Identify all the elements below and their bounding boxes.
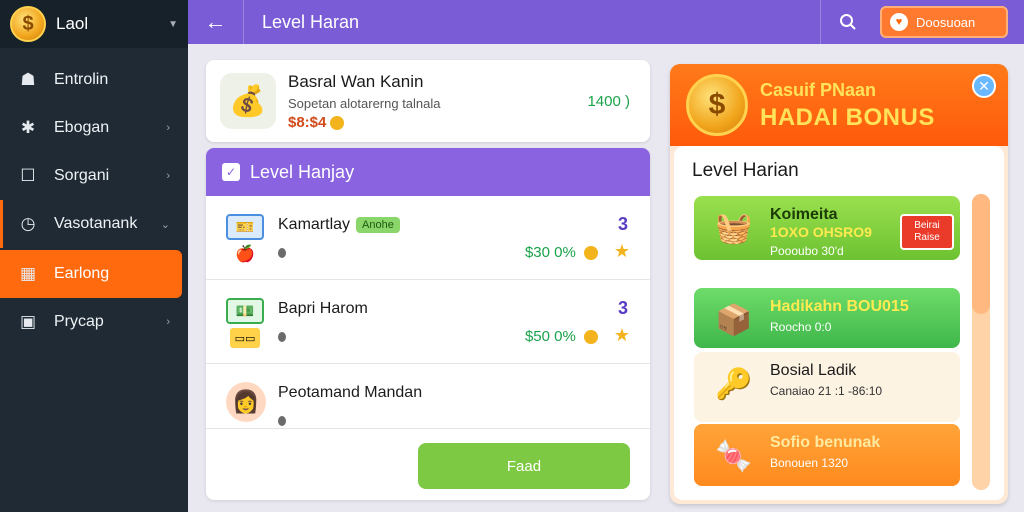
task-title: Kamartlay Anohe <box>278 216 400 234</box>
search-button[interactable] <box>820 0 874 44</box>
sun-coin-icon: $ <box>686 74 748 136</box>
top-bar: ← Level Haran ♥ Doosuoan <box>188 0 1024 44</box>
puzzle-icon: ✱ <box>20 118 36 137</box>
sidebar-item-vasotanank[interactable]: ◷ Vasotanank ⌄ <box>0 200 188 248</box>
caret-down-icon[interactable]: ▼ <box>168 19 178 30</box>
chef-hat-icon: ☗ <box>20 70 36 89</box>
task-row[interactable]: 🎫 🍎 Kamartlay Anohe 3 $30 0% ★ <box>206 196 650 280</box>
coin-icon <box>584 330 598 345</box>
task-count: 3 <box>617 298 628 318</box>
scrollbar[interactable] <box>972 194 990 490</box>
ticket-icon: 🎫 <box>226 214 264 240</box>
coin-icon <box>330 115 345 130</box>
bonus-header: $ Casuif PNaan HADAI BONUS ✕ <box>670 64 1008 146</box>
character-avatar-icon: 👩 <box>226 382 266 422</box>
tile-title: Bosial Ladik <box>770 362 857 379</box>
close-icon[interactable]: ✕ <box>972 74 996 98</box>
coin-icon <box>584 246 598 261</box>
tile-title: Sofio benunak <box>770 434 881 451</box>
chevron-right-icon: › <box>166 316 170 328</box>
claim-button[interactable]: Faad <box>418 443 630 489</box>
tile-detail: Canaiao 21 :1 -86:10 <box>770 384 883 398</box>
brand-name: Laol <box>56 14 89 33</box>
search-icon <box>839 14 856 30</box>
treasure-chest-icon: 📦 <box>715 303 753 337</box>
task-panel-title: Level Hanjay <box>250 161 355 182</box>
key-icon: 🔑 <box>715 367 753 401</box>
sidebar-item-label: Earlong <box>54 265 110 282</box>
featured-title: Basral Wan Kanin <box>288 71 424 91</box>
status-dot <box>278 416 286 426</box>
sidebar-item-prycap[interactable]: ▣ Prycap › <box>0 298 188 346</box>
task-panel-header: ✓ Level Hanjay <box>206 148 650 196</box>
chevron-right-icon: › <box>166 170 170 182</box>
bonus-title: HADAI BONUS <box>760 104 935 131</box>
task-row[interactable]: 💵 ▭▭ Bapri Harom 3 $50 0% ★ <box>206 280 650 364</box>
task-count: 3 <box>617 214 628 234</box>
status-dot <box>278 332 286 342</box>
chevron-right-icon: › <box>166 122 170 134</box>
grid-icon: ▦ <box>19 264 37 283</box>
star-icon[interactable]: ★ <box>614 241 630 262</box>
task-panel: ✓ Level Hanjay 🎫 🍎 Kamartlay Anohe 3 $30 … <box>206 148 650 500</box>
sidebar-nav: ☗ Entrolin ✱ Ebogan › ☐ Sorgani › ◷ Vaso… <box>0 56 188 346</box>
tile-title: Hadikahn BOU015 <box>770 298 909 315</box>
task-tag: Anohe <box>356 216 400 233</box>
tile-detail: Bonouen 1320 <box>770 456 849 470</box>
task-title: Bapri Harom <box>278 300 368 317</box>
bonus-tile[interactable]: 🧺 Koimeita 1OXO OHSRO9 Poooubo 30'd Beir… <box>694 196 960 260</box>
cash-icon: 💵 <box>226 298 264 324</box>
sidebar-item-label: Sorgani <box>54 167 110 184</box>
money-basket-icon: 💰 <box>220 73 276 129</box>
bonus-section-title: Level Harian <box>692 160 799 181</box>
top-action-button[interactable]: ♥ Doosuoan <box>880 6 1008 38</box>
sidebar-item-earlong[interactable]: ▦ Earlong <box>0 250 182 298</box>
top-action-label: Doosuoan <box>916 14 976 30</box>
bonus-panel: $ Casuif PNaan HADAI BONUS ✕ Level Haria… <box>670 64 1008 504</box>
sidebar-item-label: Vasotanank <box>54 215 138 232</box>
back-arrow-icon[interactable]: ← <box>188 0 244 44</box>
task-title: Peotamand Mandan <box>278 384 423 401</box>
tile-badge: Beirai Raise <box>900 214 954 250</box>
featured-card[interactable]: 💰 Basral Wan Kanin Sopetan alotarerng ta… <box>206 60 650 142</box>
heart-shield-icon: ♥ <box>890 13 908 31</box>
fruit-bowl-icon: 🍎 <box>235 246 255 263</box>
coin-logo-icon: $ <box>10 6 46 42</box>
sidebar-item-entrolin[interactable]: ☗ Entrolin <box>0 56 188 104</box>
sidebar-item-label: Entrolin <box>54 71 109 88</box>
bonus-tile[interactable]: 📦 Hadikahn BOU015 Roocho 0:0 <box>694 288 960 348</box>
sidebar-item-sorgani[interactable]: ☐ Sorgani › <box>0 152 188 200</box>
star-icon[interactable]: ★ <box>614 325 630 346</box>
scrollbar-thumb[interactable] <box>972 194 990 314</box>
task-progress: $50 0% <box>525 328 598 345</box>
featured-amount: 1400 ) <box>587 92 630 110</box>
clock-icon: ◷ <box>20 214 36 233</box>
status-dot <box>278 248 286 258</box>
package-icon: ▣ <box>19 312 37 331</box>
featured-price: $8:$4 <box>288 114 587 131</box>
bonus-subtitle: Casuif PNaan <box>760 80 877 100</box>
featured-subtitle: Sopetan alotarerng talnala <box>288 95 441 111</box>
sidebar-item-ebogan[interactable]: ✱ Ebogan › <box>0 104 188 152</box>
sidebar-item-label: Ebogan <box>54 119 110 136</box>
bonus-tile[interactable]: 🔑 Bosial Ladik Canaiao 21 :1 -86:10 <box>694 352 960 422</box>
candy-icon: 🍬 <box>715 439 753 473</box>
chevron-down-icon: ⌄ <box>160 218 170 231</box>
brand-bar[interactable]: $ Laol ▼ <box>0 0 188 48</box>
sidebar: $ Laol ▼ ☗ Entrolin ✱ Ebogan › ☐ Sorgani… <box>0 0 188 512</box>
page-title: Level Haran <box>262 11 360 32</box>
fruit-basket-icon: 🧺 <box>715 211 753 245</box>
sidebar-item-label: Prycap <box>54 313 104 330</box>
bonus-body: Level Harian 🧺 Koimeita 1OXO OHSRO9 Pooo… <box>674 146 1004 500</box>
tile-detail: Roocho 0:0 <box>770 320 832 334</box>
task-panel-footer: Faad <box>206 428 650 500</box>
task-progress: $30 0% <box>525 244 598 261</box>
bonus-tile[interactable]: 🍬 Sofio benunak Bonouen 1320 <box>694 424 960 486</box>
square-icon: ☐ <box>20 166 36 185</box>
calendar-check-icon: ✓ <box>222 163 240 181</box>
ticket-strip-icon: ▭▭ <box>230 328 260 348</box>
